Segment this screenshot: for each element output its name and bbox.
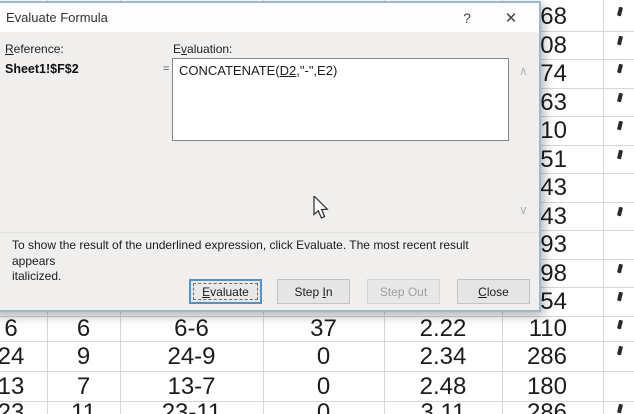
tick-mark [617, 320, 623, 330]
tick-mark [617, 206, 623, 216]
cell-value[interactable]: 0 [263, 400, 384, 414]
dialog-help-text: To show the result of the underlined exp… [12, 238, 504, 285]
scroll-up-icon[interactable]: ∧ [519, 64, 528, 78]
tick-mark [617, 7, 623, 17]
cell-value[interactable]: 2.34 [384, 342, 502, 372]
step-out-button[interactable]: Step Out [367, 279, 440, 304]
reference-value: Sheet1!$F$2 [5, 62, 79, 76]
step-in-button[interactable]: Step In [277, 279, 350, 304]
equals-sign: = [163, 63, 169, 75]
cell-value[interactable]: 6 [47, 316, 120, 342]
cell-value[interactable]: 11 [47, 400, 120, 414]
cell-value[interactable]: 2.48 [384, 372, 502, 402]
cell-value[interactable]: 37 [263, 316, 384, 342]
cell-value[interactable]: 7 [47, 372, 120, 402]
sheet-row: 24924-902.34286 [0, 342, 634, 372]
tick-mark [617, 149, 623, 159]
tick-mark [617, 292, 623, 302]
tick-mark [617, 263, 623, 273]
cell-value[interactable]: 24-9 [120, 342, 263, 372]
cell-value[interactable]: 9 [47, 342, 120, 372]
tick-mark [617, 121, 623, 131]
cell-value[interactable]: 180 [502, 372, 603, 402]
cell-value[interactable]: 0 [263, 342, 384, 372]
cell-value[interactable]: 23 [0, 400, 47, 414]
scroll-down-icon[interactable]: ∨ [519, 203, 528, 217]
dialog-title: Evaluate Formula [6, 10, 108, 25]
sheet-row: 13713-702.48180 [0, 372, 634, 402]
sheet-row: 666-6372.22110 [0, 316, 634, 342]
evaluation-box[interactable]: CONCATENATE(D2,"-",E2) [172, 58, 509, 141]
cell-value[interactable]: 110 [502, 316, 603, 342]
evaluate-formula-dialog: Evaluate Formula ? ✕ Reference: Evaluati… [0, 1, 541, 312]
cell-value[interactable]: 3.11 [384, 400, 502, 414]
mouse-cursor-icon [313, 196, 333, 222]
screen: 6808746310514343939854 666-6372.22110249… [0, 0, 634, 414]
cell-value[interactable]: 13-7 [120, 372, 263, 402]
cell-value[interactable]: 23-11 [120, 400, 263, 414]
sheet-row: 231123-1103.11286 [0, 400, 634, 414]
evaluation-label: Evaluation: [173, 42, 232, 56]
tick-mark [617, 64, 623, 74]
close-icon[interactable]: ✕ [494, 6, 528, 29]
cell-value[interactable]: 2.22 [384, 316, 502, 342]
cell-value[interactable]: 286 [502, 400, 603, 414]
tick-mark [617, 346, 623, 356]
tick-mark [617, 404, 623, 414]
formula-text: CONCATENATE(D2,"-",E2) [179, 63, 337, 78]
cell-value[interactable]: 24 [0, 342, 47, 372]
cell-value[interactable]: 13 [0, 372, 47, 402]
cell-value[interactable]: 0 [263, 372, 384, 402]
help-icon[interactable]: ? [450, 6, 484, 29]
formula-underlined-ref: D2 [280, 63, 297, 78]
cell-value[interactable]: 286 [502, 342, 603, 372]
reference-label: Reference: [5, 42, 64, 56]
cell-value[interactable]: 6 [0, 316, 47, 342]
tick-mark [617, 35, 623, 45]
dialog-titlebar[interactable]: Evaluate Formula ? ✕ [0, 3, 539, 32]
cell-value[interactable]: 6-6 [120, 316, 263, 342]
close-button[interactable]: Close [457, 279, 530, 304]
separator [0, 232, 539, 233]
tick-mark [617, 92, 623, 102]
evaluate-button[interactable]: Evaluate [189, 279, 262, 304]
